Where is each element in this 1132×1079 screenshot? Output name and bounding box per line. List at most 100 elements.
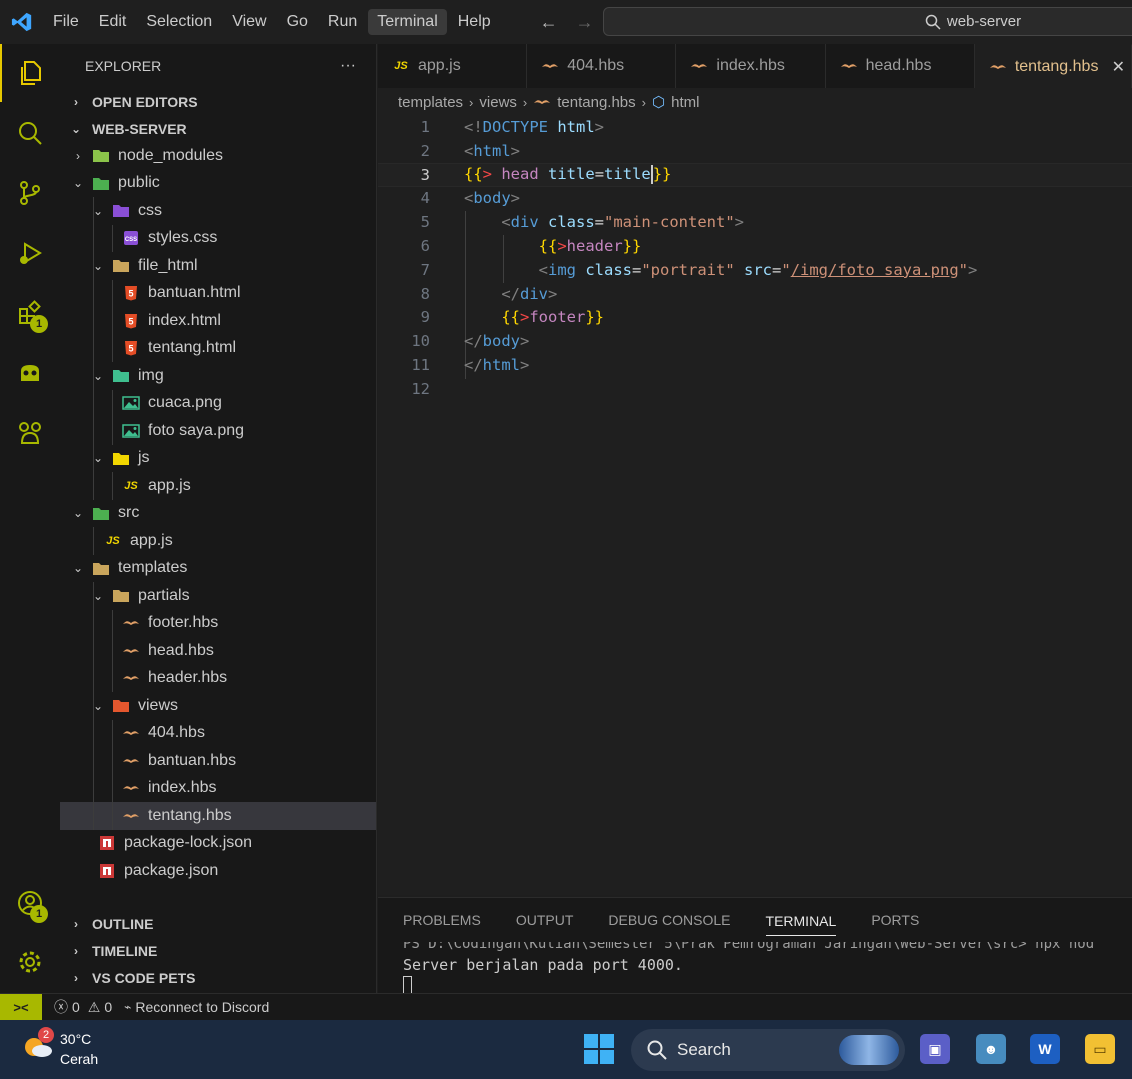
- remote-indicator-icon[interactable]: ><: [0, 994, 42, 1020]
- menu-file[interactable]: File: [44, 9, 88, 35]
- tree-folder[interactable]: ⌄ js: [60, 444, 376, 472]
- explorer-icon[interactable]: [0, 44, 60, 102]
- problems-status[interactable]: ⓧ 0 ⚠ 0: [54, 997, 112, 1017]
- code-token: >: [510, 189, 521, 208]
- panel-tab-terminal[interactable]: TERMINAL: [765, 913, 837, 936]
- code-token: <!: [464, 118, 483, 136]
- tree-file[interactable]: footer.hbs: [60, 609, 376, 637]
- tab-app-js[interactable]: JS app.js: [378, 44, 528, 88]
- teams-chat-icon[interactable]: ▣: [920, 1034, 950, 1064]
- code-token: /img/foto saya.png: [790, 260, 959, 279]
- open-editors-section[interactable]: › OPEN EDITORS: [60, 88, 376, 115]
- tree-indent-guide: [93, 444, 94, 472]
- tree-file[interactable]: bantuan.hbs: [60, 747, 376, 775]
- tree-file[interactable]: 404.hbs: [60, 719, 376, 747]
- panel-tab-debug-console[interactable]: DEBUG CONSOLE: [608, 912, 730, 928]
- godot-icon[interactable]: [0, 344, 60, 402]
- menu-edit[interactable]: Edit: [90, 9, 136, 35]
- tree-file[interactable]: header.hbs: [60, 664, 376, 692]
- source-control-icon[interactable]: [0, 164, 60, 222]
- tree-file[interactable]: head.hbs: [60, 637, 376, 665]
- panel-tab-output[interactable]: OUTPUT: [516, 912, 574, 928]
- outline-label: OUTLINE: [92, 915, 154, 932]
- close-icon[interactable]: ✕: [1112, 57, 1125, 77]
- weather-widget[interactable]: 2 30°C Cerah: [22, 1027, 98, 1069]
- file-explorer-icon[interactable]: ▭: [1085, 1034, 1115, 1064]
- tree-file[interactable]: 5 bantuan.html: [60, 279, 376, 307]
- menu-terminal[interactable]: Terminal: [368, 9, 447, 35]
- tree-folder[interactable]: ⌄ templates: [60, 555, 376, 583]
- tree-folder[interactable]: ⌄ public: [60, 170, 376, 198]
- tree-item-label: package.json: [124, 861, 219, 879]
- tree-folder[interactable]: ⌄ src: [60, 500, 376, 528]
- vscode-pets-section[interactable]: › VS CODE PETS: [60, 964, 377, 991]
- tree-folder[interactable]: ⌄ css: [60, 197, 376, 225]
- breadcrumb-item[interactable]: views: [479, 94, 517, 111]
- search-icon: [647, 1040, 667, 1060]
- menu-view[interactable]: View: [223, 9, 275, 35]
- breadcrumb-item[interactable]: templates: [398, 94, 463, 111]
- discord-status[interactable]: ⌁ Reconnect to Discord: [124, 999, 269, 1015]
- settings-gear-icon[interactable]: [0, 933, 60, 991]
- hbs-icon: [122, 669, 140, 687]
- search-icon[interactable]: [0, 104, 60, 162]
- godot-app-icon[interactable]: ☻: [976, 1034, 1006, 1064]
- tab-404-hbs[interactable]: 404.hbs: [527, 44, 677, 88]
- tree-file[interactable]: package.json: [60, 857, 376, 885]
- tree-file[interactable]: tentang.hbs: [60, 802, 376, 830]
- breadcrumb-item[interactable]: tentang.hbs: [557, 94, 635, 111]
- tab-head-hbs[interactable]: head.hbs: [825, 44, 975, 88]
- tree-file[interactable]: CSS styles.css: [60, 224, 376, 252]
- code-token: title: [538, 165, 595, 184]
- tree-file[interactable]: JS app.js: [60, 527, 376, 555]
- breadcrumb-item[interactable]: html: [671, 94, 699, 111]
- tab-label: index.hbs: [716, 57, 785, 74]
- windows-start-icon[interactable]: [584, 1034, 614, 1064]
- tree-folder[interactable]: › node_modules: [60, 142, 376, 170]
- tab-tentang-hbs[interactable]: tentang.hbs ✕: [974, 44, 1132, 88]
- command-center-search[interactable]: web-server: [603, 7, 1132, 36]
- run-debug-icon[interactable]: [0, 224, 60, 282]
- hbs-icon: [122, 779, 140, 797]
- forward-arrow-icon[interactable]: →: [576, 12, 594, 33]
- timeline-section[interactable]: › TIMELINE: [60, 937, 377, 964]
- tree-file[interactable]: cuaca.png: [60, 389, 376, 417]
- workspace-section[interactable]: ⌄ WEB-SERVER: [60, 115, 376, 142]
- tree-file[interactable]: 5 tentang.html: [60, 334, 376, 362]
- panel-tab-ports[interactable]: PORTS: [871, 912, 919, 928]
- folder-icon: [92, 504, 110, 522]
- tree-folder[interactable]: ⌄ img: [60, 362, 376, 390]
- terminal[interactable]: PS D:\Codingan\Kuliah\Semester 5\Prak Pe…: [378, 942, 1132, 996]
- tree-file[interactable]: JS app.js: [60, 472, 376, 500]
- extensions-badge: 1: [30, 315, 48, 333]
- tree-item-label: header.hbs: [148, 669, 228, 687]
- menu-selection[interactable]: Selection: [137, 9, 221, 35]
- tab-index-hbs[interactable]: index.hbs: [676, 44, 826, 88]
- accounts-icon[interactable]: 1: [0, 874, 60, 932]
- tree-file[interactable]: index.hbs: [60, 774, 376, 802]
- pets-icon[interactable]: [0, 404, 60, 462]
- panel-tab-problems[interactable]: PROBLEMS: [403, 912, 481, 928]
- chevron-right-icon: ›: [74, 916, 78, 931]
- tree-file[interactable]: package-lock.json: [60, 830, 376, 858]
- word-app-icon[interactable]: W: [1030, 1034, 1060, 1064]
- code-editor[interactable]: 1 <!DOCTYPE html> 2 <html> 3 {{> head title=t…: [378, 115, 1132, 895]
- tree-indent-guide: [112, 307, 113, 335]
- tree-folder[interactable]: ⌄ file_html: [60, 252, 376, 280]
- vscode-logo-icon[interactable]: [0, 0, 44, 44]
- back-arrow-icon[interactable]: ←: [540, 12, 558, 33]
- code-token: <: [538, 260, 548, 279]
- outline-section[interactable]: › OUTLINE: [60, 910, 377, 937]
- tree-folder[interactable]: ⌄ partials: [60, 582, 376, 610]
- tree-file[interactable]: foto saya.png: [60, 417, 376, 445]
- more-actions-icon[interactable]: ···: [340, 57, 356, 75]
- menu-run[interactable]: Run: [319, 9, 366, 35]
- tree-file[interactable]: 5 index.html: [60, 307, 376, 335]
- code-token: img: [548, 260, 576, 279]
- menu-help[interactable]: Help: [449, 9, 500, 35]
- code-content: <div class="main-content">: [464, 213, 744, 231]
- tree-folder[interactable]: ⌄ views: [60, 692, 376, 720]
- extensions-icon[interactable]: 1: [0, 284, 60, 342]
- taskbar-search[interactable]: Search: [631, 1029, 905, 1071]
- menu-go[interactable]: Go: [278, 9, 317, 35]
